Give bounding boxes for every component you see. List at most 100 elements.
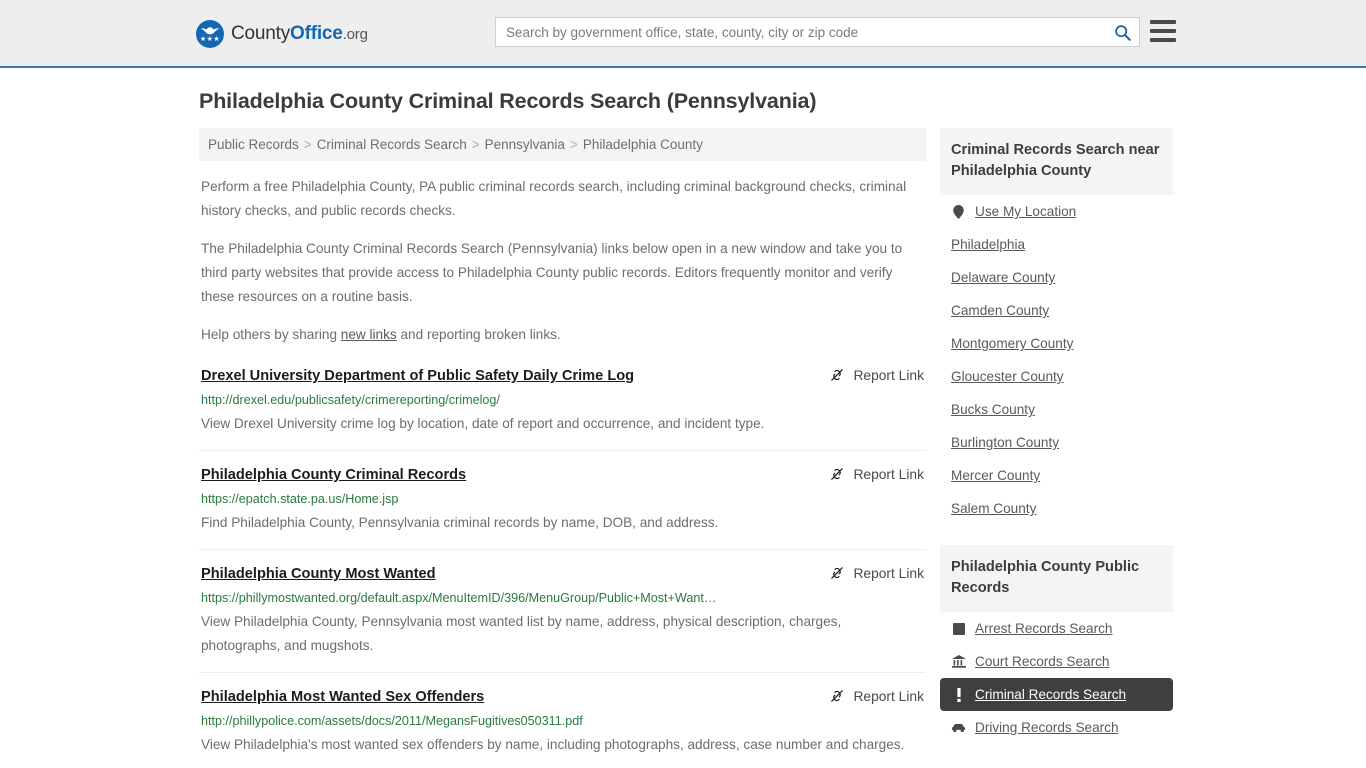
report-link-label: Report Link: [853, 565, 924, 581]
search-button[interactable]: [1105, 18, 1139, 46]
logo-wordmark: CountyOffice.org: [231, 23, 368, 45]
report-link-label: Report Link: [853, 367, 924, 383]
search-bar: [495, 17, 1140, 47]
result-item: Philadelphia Most Wanted Sex Offenders R…: [199, 687, 926, 768]
breadcrumb-item-public-records[interactable]: Public Records: [208, 137, 299, 152]
report-link-label: Report Link: [853, 688, 924, 704]
sidebar-item-camden-county[interactable]: Camden County: [940, 294, 1173, 327]
sidebar-item-philadelphia[interactable]: Philadelphia: [940, 228, 1173, 261]
exclamation-icon: [951, 687, 966, 702]
intro-paragraph-2: The Philadelphia County Criminal Records…: [201, 241, 903, 304]
result-item: Drexel University Department of Public S…: [199, 366, 926, 451]
sidebar-item-burlington-county[interactable]: Burlington County: [940, 426, 1173, 459]
sidebar: Criminal Records Search near Philadelphi…: [940, 128, 1173, 744]
breadcrumb-separator: >: [471, 137, 480, 152]
report-link-button[interactable]: Report Link: [829, 687, 924, 704]
broken-link-icon: [831, 567, 844, 579]
page-body: Philadelphia County Criminal Records Sea…: [0, 89, 1366, 768]
result-title-link[interactable]: Philadelphia County Most Wanted: [201, 564, 436, 584]
broken-link-icon: [831, 690, 844, 702]
sidebar-nearby-section: Criminal Records Search near Philadelphi…: [940, 128, 1173, 525]
eagle-glyph: [200, 27, 220, 35]
hamburger-bar: [1150, 20, 1176, 24]
sidebar-link-label[interactable]: Driving Records Search: [975, 720, 1119, 735]
result-header: Philadelphia County Criminal Records Rep…: [201, 465, 924, 485]
page-title: Philadelphia County Criminal Records Sea…: [199, 89, 817, 113]
sidebar-link-label[interactable]: Salem County: [951, 501, 1036, 516]
search-input[interactable]: [496, 18, 1105, 46]
sidebar-link-label[interactable]: Use My Location: [975, 204, 1076, 219]
report-link-label: Report Link: [853, 466, 924, 482]
two-column-layout: Public Records > Criminal Records Search > P…: [199, 128, 1173, 768]
result-url: http://drexel.edu/publicsafety/crimerepo…: [201, 393, 500, 407]
sidebar-item-arrest-records-search[interactable]: Arrest Records Search: [940, 612, 1173, 645]
sidebar-link-label[interactable]: Gloucester County: [951, 369, 1064, 384]
new-links-link[interactable]: new links: [341, 327, 397, 342]
sidebar-item-gloucester-county[interactable]: Gloucester County: [940, 360, 1173, 393]
intro-paragraph-3-after: and reporting broken links.: [396, 327, 561, 342]
sidebar-nearby-list: Use My Location Philadelphia Delaware Co…: [940, 195, 1173, 525]
hamburger-bar: [1150, 38, 1176, 42]
sidebar-public-records-section: Philadelphia County Public Records Arres…: [940, 545, 1173, 744]
sidebar-item-montgomery-county[interactable]: Montgomery County: [940, 327, 1173, 360]
sidebar-link-label[interactable]: Montgomery County: [951, 336, 1073, 351]
report-link-button[interactable]: Report Link: [829, 564, 924, 581]
hamburger-menu-icon[interactable]: [1150, 20, 1176, 42]
sidebar-item-use-my-location[interactable]: Use My Location: [940, 195, 1173, 228]
breadcrumb-item-pennsylvania[interactable]: Pennsylvania: [485, 137, 565, 152]
result-title-link[interactable]: Philadelphia Most Wanted Sex Offenders: [201, 687, 484, 707]
sidebar-item-mercer-county[interactable]: Mercer County: [940, 459, 1173, 492]
car-icon: [951, 720, 966, 735]
sidebar-link-label[interactable]: Delaware County: [951, 270, 1055, 285]
site-header: ★★★ CountyOffice.org: [0, 0, 1366, 68]
intro-text: Perform a free Philadelphia County, PA p…: [199, 175, 926, 347]
map-pin-icon: [951, 204, 966, 219]
sidebar-link-label[interactable]: Arrest Records Search: [975, 621, 1113, 636]
result-url: http://phillypolice.com/assets/docs/2011…: [201, 714, 583, 728]
eagle-shield-icon: ★★★: [196, 20, 224, 48]
sidebar-item-delaware-county[interactable]: Delaware County: [940, 261, 1173, 294]
sidebar-link-label[interactable]: Mercer County: [951, 468, 1040, 483]
sidebar-link-label[interactable]: Bucks County: [951, 402, 1035, 417]
report-link-button[interactable]: Report Link: [829, 366, 924, 383]
breadcrumb: Public Records > Criminal Records Search > P…: [199, 128, 926, 161]
sidebar-link-label[interactable]: Camden County: [951, 303, 1049, 318]
breadcrumb-separator: >: [569, 137, 578, 152]
sidebar-link-label[interactable]: Burlington County: [951, 435, 1059, 450]
result-url: https://phillymostwanted.org/default.asp…: [201, 591, 717, 605]
intro-paragraph-3-before: Help others by sharing: [201, 327, 341, 342]
result-url: https://epatch.state.pa.us/Home.jsp: [201, 492, 399, 506]
logo-stars: ★★★: [199, 36, 221, 43]
sidebar-public-records-list: Arrest Records Search Court Records Sear…: [940, 612, 1173, 744]
sidebar-link-label[interactable]: Criminal Records Search: [975, 687, 1126, 702]
result-item: Philadelphia County Criminal Records Rep…: [199, 465, 926, 550]
result-title-link[interactable]: Drexel University Department of Public S…: [201, 366, 634, 386]
sidebar-item-salem-county[interactable]: Salem County: [940, 492, 1173, 525]
search-icon: [1114, 24, 1131, 41]
main-column: Public Records > Criminal Records Search > P…: [199, 128, 926, 768]
intro-paragraph-3: Help others by sharing new links and rep…: [199, 323, 926, 347]
breadcrumb-item-criminal-records-search[interactable]: Criminal Records Search: [317, 137, 467, 152]
result-description: View Philadelphia's most wanted sex offe…: [201, 737, 905, 752]
result-description: View Drexel University crime log by loca…: [201, 416, 765, 431]
logo-text-office: Office: [290, 23, 343, 44]
intro-paragraph-1: Perform a free Philadelphia County, PA p…: [201, 179, 907, 218]
site-logo[interactable]: ★★★ CountyOffice.org: [196, 20, 368, 48]
courthouse-icon: [951, 654, 966, 669]
sidebar-link-label[interactable]: Philadelphia: [951, 237, 1025, 252]
result-description: Find Philadelphia County, Pennsylvania c…: [201, 515, 719, 530]
broken-link-icon: [831, 369, 844, 381]
result-title-link[interactable]: Philadelphia County Criminal Records: [201, 465, 466, 485]
sidebar-item-bucks-county[interactable]: Bucks County: [940, 393, 1173, 426]
result-description: View Philadelphia County, Pennsylvania m…: [201, 614, 842, 653]
report-link-button[interactable]: Report Link: [829, 465, 924, 482]
sidebar-item-court-records-search[interactable]: Court Records Search: [940, 645, 1173, 678]
sidebar-link-label[interactable]: Court Records Search: [975, 654, 1109, 669]
result-header: Drexel University Department of Public S…: [201, 366, 924, 386]
sidebar-nearby-heading: Criminal Records Search near Philadelphi…: [940, 128, 1173, 195]
sidebar-item-driving-records-search[interactable]: Driving Records Search: [940, 711, 1173, 744]
breadcrumb-item-philadelphia-county[interactable]: Philadelphia County: [583, 137, 703, 152]
sidebar-item-criminal-records-search[interactable]: Criminal Records Search: [940, 678, 1173, 711]
logo-text-county: County: [231, 23, 291, 44]
hamburger-bar: [1150, 29, 1176, 33]
